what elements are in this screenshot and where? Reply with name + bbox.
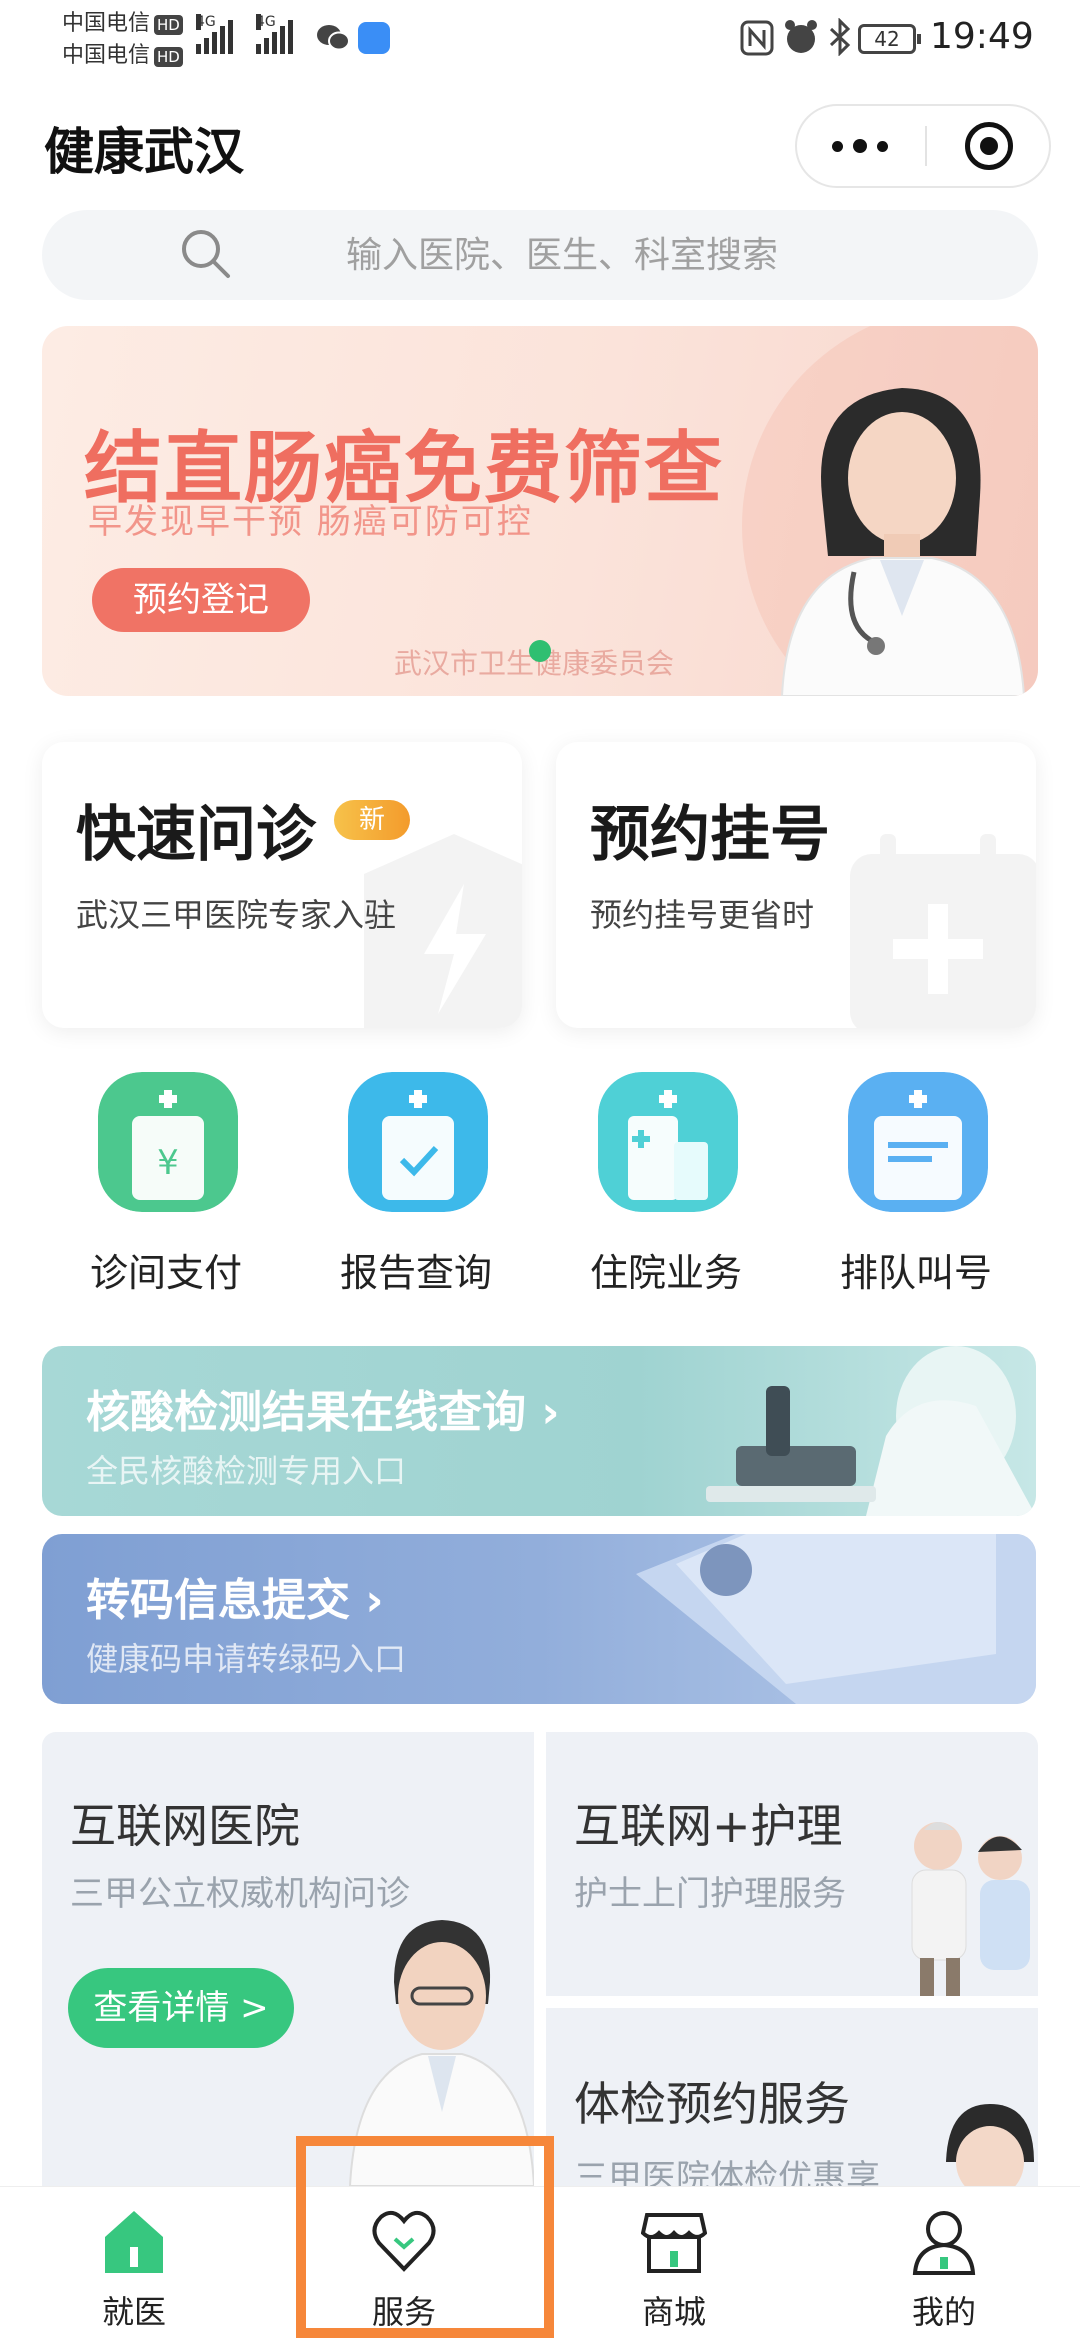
hd-badge-2: HD (154, 47, 183, 67)
service-queue-label: 排队叫号 (839, 1251, 992, 1295)
new-badge: 新 (334, 800, 410, 840)
search-bar[interactable] (42, 210, 1038, 300)
status-bar: 中国电信 HD 中国电信 HD 4G 4G 42 19:49 (0, 0, 1080, 80)
hd-badge-1: HD (154, 15, 183, 35)
service-payment[interactable]: ¥ 诊间支付 (56, 1066, 276, 1306)
internet-hospital-card[interactable]: 互联网医院 三甲公立权威机构问诊 查看详情 > (42, 1732, 534, 2186)
carrier-1-label: 中国电信 (62, 11, 151, 36)
nursing-title: 互联网+护理 (574, 1799, 843, 1853)
quick-consult-title: 快速问诊 (76, 800, 316, 870)
checkup-card[interactable]: 体检预约服务 三甲医院体检优惠享 (546, 2008, 1038, 2186)
page-title: 健康武汉 (44, 123, 244, 181)
tab-medical-label: 就医 (101, 2293, 166, 2331)
user-icon (912, 2211, 976, 2275)
doctor-illustration (780, 388, 1026, 696)
view-details-button[interactable]: 查看详情 > (68, 1968, 294, 2048)
home-icon (105, 2211, 163, 2273)
svg-text:¥: ¥ (157, 1143, 179, 1183)
checkup-title: 体检预约服务 (574, 2077, 850, 2131)
queue-icon (848, 1072, 988, 1212)
signal-icon-2: 4G (256, 14, 293, 54)
more-dot-icon (853, 139, 867, 153)
service-report-label: 报告查询 (339, 1251, 492, 1295)
search-icon (182, 230, 230, 278)
more-button[interactable] (797, 106, 923, 186)
close-miniprogram-button[interactable] (965, 122, 1013, 170)
nucleic-test-banner[interactable]: 核酸检测结果在线查询 › 全民核酸检测专用入口 (42, 1346, 1036, 1516)
highlight-box (296, 2136, 554, 2338)
nursing-card[interactable]: 互联网+护理 护士上门护理服务 (546, 1732, 1038, 1996)
service-inpatient-label: 住院业务 (589, 1251, 742, 1295)
tab-profile[interactable]: 我的 (844, 2187, 1044, 2340)
checkup-subtitle: 三甲医院体检优惠享 (574, 2158, 880, 2186)
quick-consult-subtitle: 武汉三甲医院专家入驻 (76, 896, 397, 934)
service-queue[interactable]: 排队叫号 (806, 1066, 1026, 1306)
capsule-divider (925, 126, 927, 166)
more-dot-icon (877, 140, 888, 152)
tab-store[interactable]: 商城 (574, 2187, 774, 2340)
signal-icon-1: 4G (196, 14, 233, 54)
search-input[interactable] (346, 230, 946, 280)
alarm-icon (785, 20, 817, 53)
appointment-title: 预约挂号 (590, 800, 830, 870)
internet-hospital-subtitle: 三甲公立权威机构问诊 (70, 1874, 410, 1914)
calendar-plus-icon (850, 834, 1036, 1028)
nursing-illustration (911, 1822, 1030, 1996)
wechat-icon (317, 25, 350, 51)
cloud-icon (358, 22, 390, 54)
tab-profile-label: 我的 (911, 2293, 976, 2331)
lab-illustration (706, 1346, 1036, 1516)
carousel-indicator (529, 640, 551, 662)
status-time: 19:49 (930, 16, 1034, 57)
internet-hospital-title: 互联网医院 (70, 1799, 300, 1853)
more-dot-icon (832, 140, 843, 152)
card-illustration (636, 1534, 1036, 1704)
store-icon (641, 2213, 707, 2273)
appointment-subtitle: 预约挂号更省时 (590, 896, 815, 934)
register-button[interactable]: 预约登记 (92, 568, 310, 632)
network-type-1: 4G (196, 14, 216, 30)
battery-indicator: 42 (858, 24, 921, 54)
appointment-card[interactable]: 预约挂号 预约挂号更省时 (556, 742, 1036, 1028)
code-conversion-subtitle: 健康码申请转绿码入口 (86, 1640, 407, 1678)
bluetooth-icon (829, 18, 851, 56)
carrier-info: 中国电信 HD 中国电信 HD (62, 8, 183, 72)
nurse-illustration (946, 2104, 1034, 2186)
carrier-2-label: 中国电信 (62, 43, 151, 68)
nfc-icon (740, 20, 774, 56)
network-type-2: 4G (256, 14, 276, 30)
tab-medical[interactable]: 就医 (34, 2187, 234, 2340)
code-conversion-title: 转码信息提交 › (86, 1575, 384, 1626)
hospital-icon (598, 1072, 738, 1212)
nursing-subtitle: 护士上门护理服务 (574, 1874, 846, 1914)
nucleic-test-title: 核酸检测结果在线查询 › (86, 1387, 560, 1438)
tab-store-label: 商城 (641, 2293, 706, 2331)
service-payment-label: 诊间支付 (89, 1251, 242, 1295)
miniprogram-capsule (795, 104, 1051, 188)
service-inpatient[interactable]: 住院业务 (556, 1066, 776, 1306)
code-conversion-banner[interactable]: 转码信息提交 › 健康码申请转绿码入口 (42, 1534, 1036, 1704)
banner-subtitle: 早发现早干预 肠癌可防可控 (88, 502, 533, 542)
quick-consult-card[interactable]: 快速问诊 新 武汉三甲医院专家入驻 (42, 742, 522, 1028)
payment-icon: ¥ (98, 1072, 238, 1212)
service-report[interactable]: 报告查询 (306, 1066, 526, 1306)
report-icon (348, 1072, 488, 1212)
nucleic-test-subtitle: 全民核酸检测专用入口 (86, 1452, 407, 1490)
